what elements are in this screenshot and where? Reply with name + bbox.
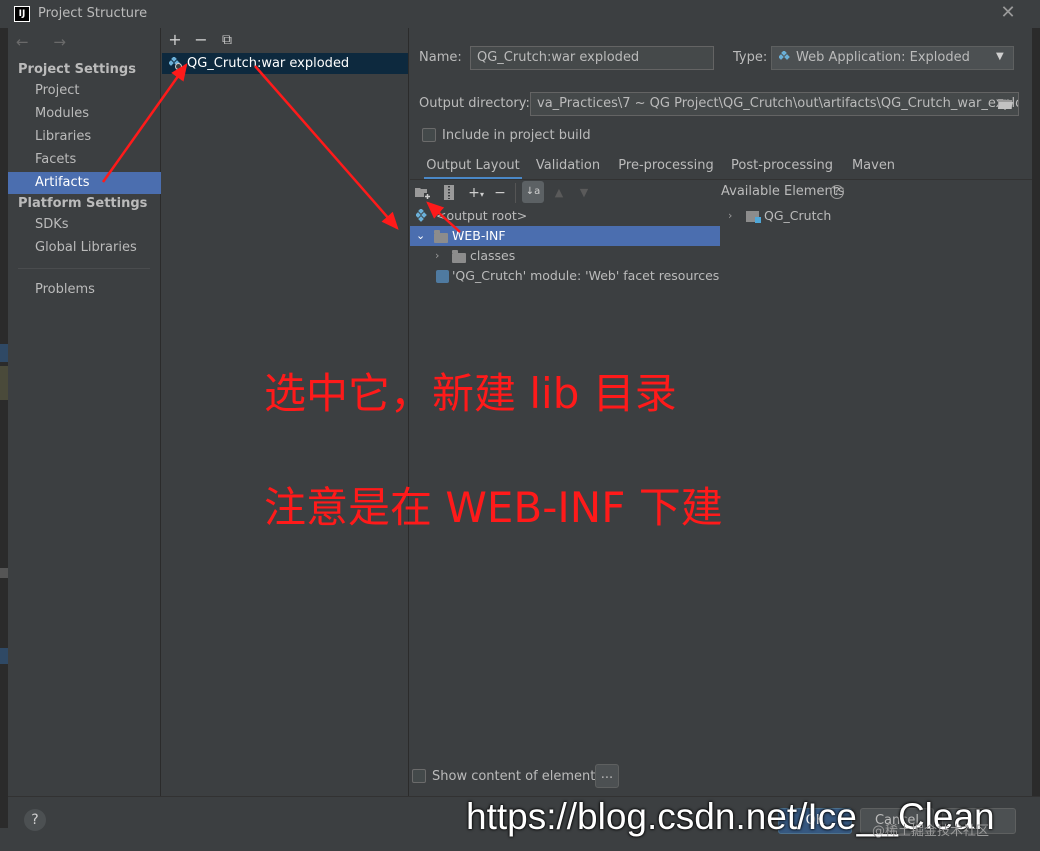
show-content-label: Show content of elements — [432, 769, 603, 784]
help-icon[interactable]: ? — [24, 809, 46, 831]
show-content-checkbox[interactable] — [412, 769, 426, 783]
annotation-arrows — [101, 62, 461, 233]
annotation-line-2: 注意是在 WEB-INF 下建 — [264, 483, 723, 532]
site-watermark: @稀土掘金技术社区 — [872, 824, 990, 839]
annotation-line-1: 选中它，新建 lib 目录 — [264, 369, 677, 418]
show-content-options-button[interactable]: ... — [595, 764, 619, 788]
